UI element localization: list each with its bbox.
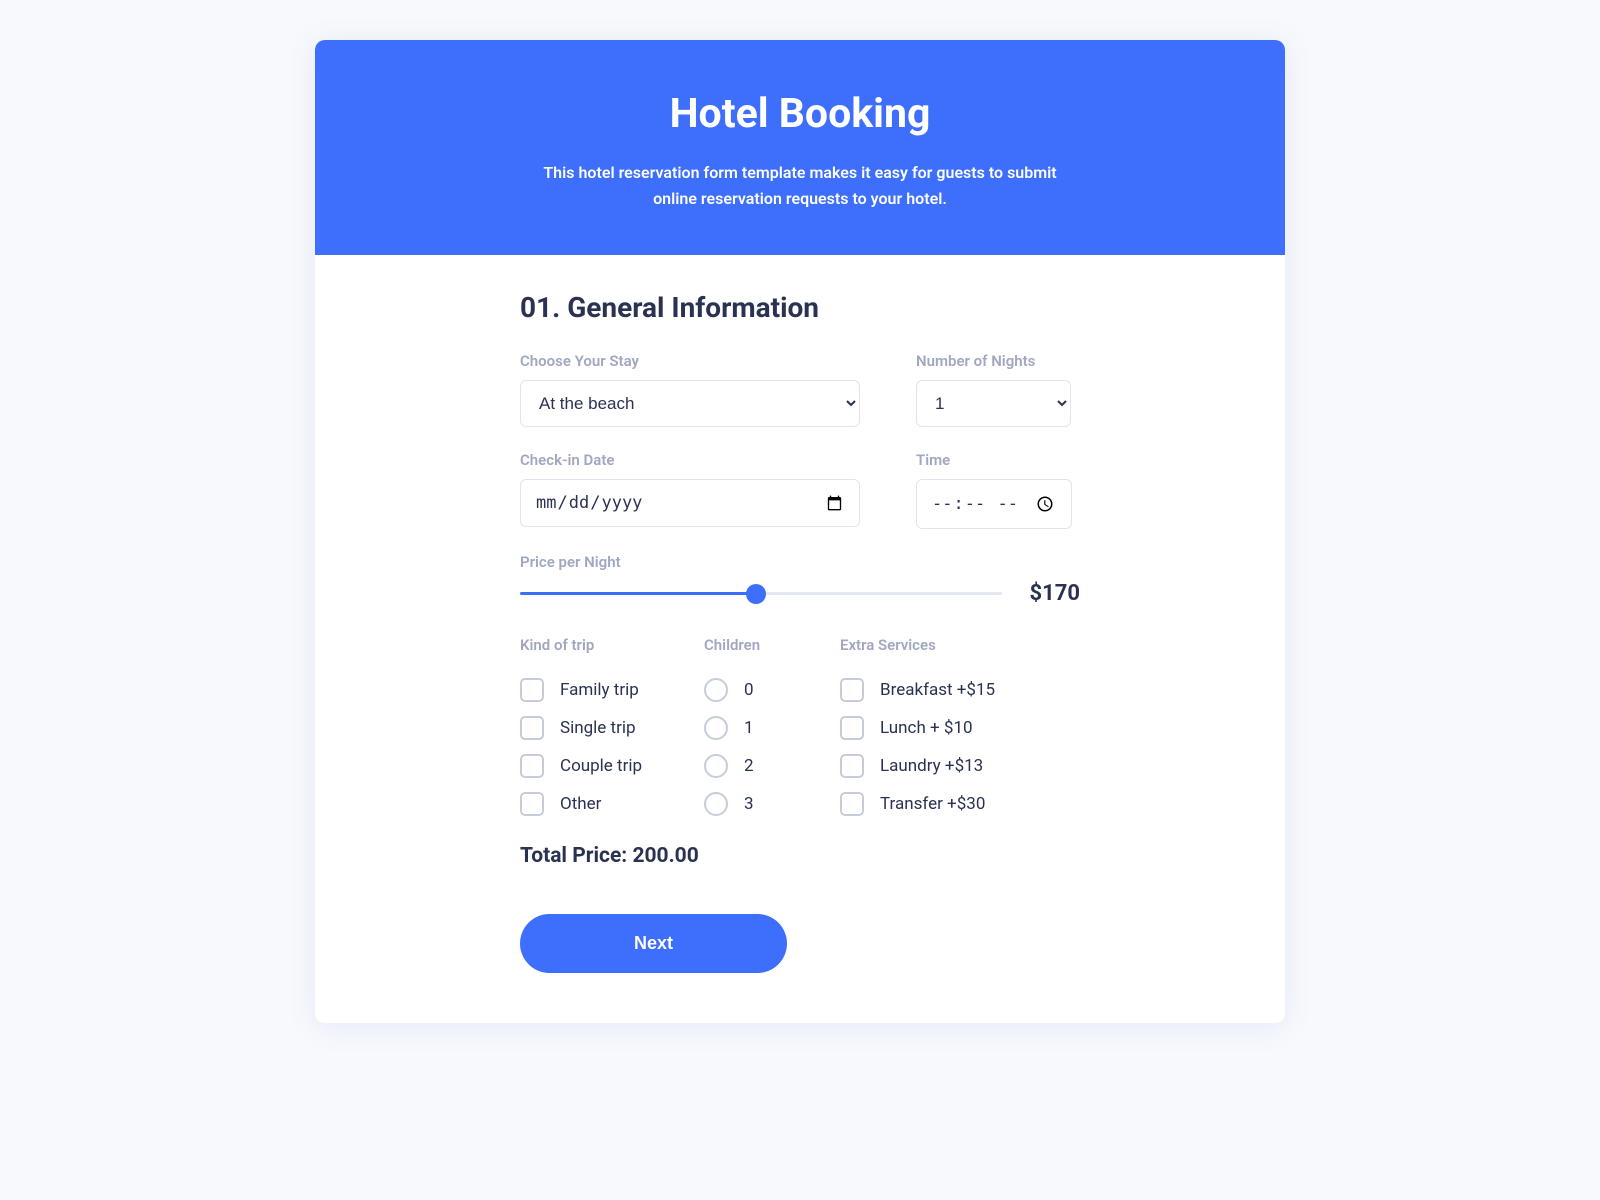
service-checkbox[interactable] <box>840 716 864 740</box>
checkin-input[interactable] <box>520 479 860 527</box>
stay-label: Choose Your Stay <box>520 352 860 370</box>
children-option-label: 3 <box>744 794 754 814</box>
next-button[interactable]: Next <box>520 914 787 973</box>
children-radio[interactable] <box>704 792 728 816</box>
booking-card: Hotel Booking This hotel reservation for… <box>315 40 1285 1023</box>
trip-label: Kind of trip <box>520 636 668 654</box>
checkin-label: Check-in Date <box>520 451 860 469</box>
children-radio[interactable] <box>704 678 728 702</box>
service-option-label: Lunch + $10 <box>880 718 973 738</box>
children-radio[interactable] <box>704 754 728 778</box>
nights-label: Number of Nights <box>916 352 1071 370</box>
trip-checkbox[interactable] <box>520 716 544 740</box>
nights-select[interactable]: 1 <box>916 380 1071 427</box>
price-value: $170 <box>1030 581 1081 606</box>
children-option-label: 1 <box>744 718 754 738</box>
children-option-label: 0 <box>744 680 754 700</box>
price-slider[interactable] <box>520 582 1002 606</box>
service-checkbox[interactable] <box>840 792 864 816</box>
time-label: Time <box>916 451 1072 469</box>
slider-fill <box>520 592 756 595</box>
service-option-label: Laundry +$13 <box>880 756 983 776</box>
trip-option-label: Other <box>560 794 601 814</box>
trip-checkbox[interactable] <box>520 754 544 778</box>
trip-option-label: Couple trip <box>560 756 642 776</box>
price-label: Price per Night <box>520 553 1080 571</box>
trip-option-label: Single trip <box>560 718 636 738</box>
trip-option-label: Family trip <box>560 680 639 700</box>
total-value: 200.00 <box>632 844 698 868</box>
time-input[interactable] <box>916 479 1072 529</box>
service-checkbox[interactable] <box>840 678 864 702</box>
page-subtitle: This hotel reservation form template mak… <box>540 160 1060 211</box>
service-option-label: Breakfast +$15 <box>880 680 995 700</box>
form-body: 01. General Information Choose Your Stay… <box>520 255 1080 1023</box>
children-label: Children <box>704 636 804 654</box>
children-option-label: 2 <box>744 756 754 776</box>
trip-checkbox[interactable] <box>520 678 544 702</box>
page-title: Hotel Booking <box>345 90 1255 138</box>
trip-checkbox[interactable] <box>520 792 544 816</box>
services-label: Extra Services <box>840 636 1080 654</box>
stay-select[interactable]: At the beach <box>520 380 860 427</box>
section-title: 01. General Information <box>520 291 1080 324</box>
service-checkbox[interactable] <box>840 754 864 778</box>
total-label: Total Price: <box>520 844 627 868</box>
children-radio[interactable] <box>704 716 728 740</box>
service-option-label: Transfer +$30 <box>880 794 985 814</box>
header: Hotel Booking This hotel reservation for… <box>315 40 1285 255</box>
total-price: Total Price: 200.00 <box>520 844 1080 868</box>
slider-thumb[interactable] <box>746 584 766 604</box>
